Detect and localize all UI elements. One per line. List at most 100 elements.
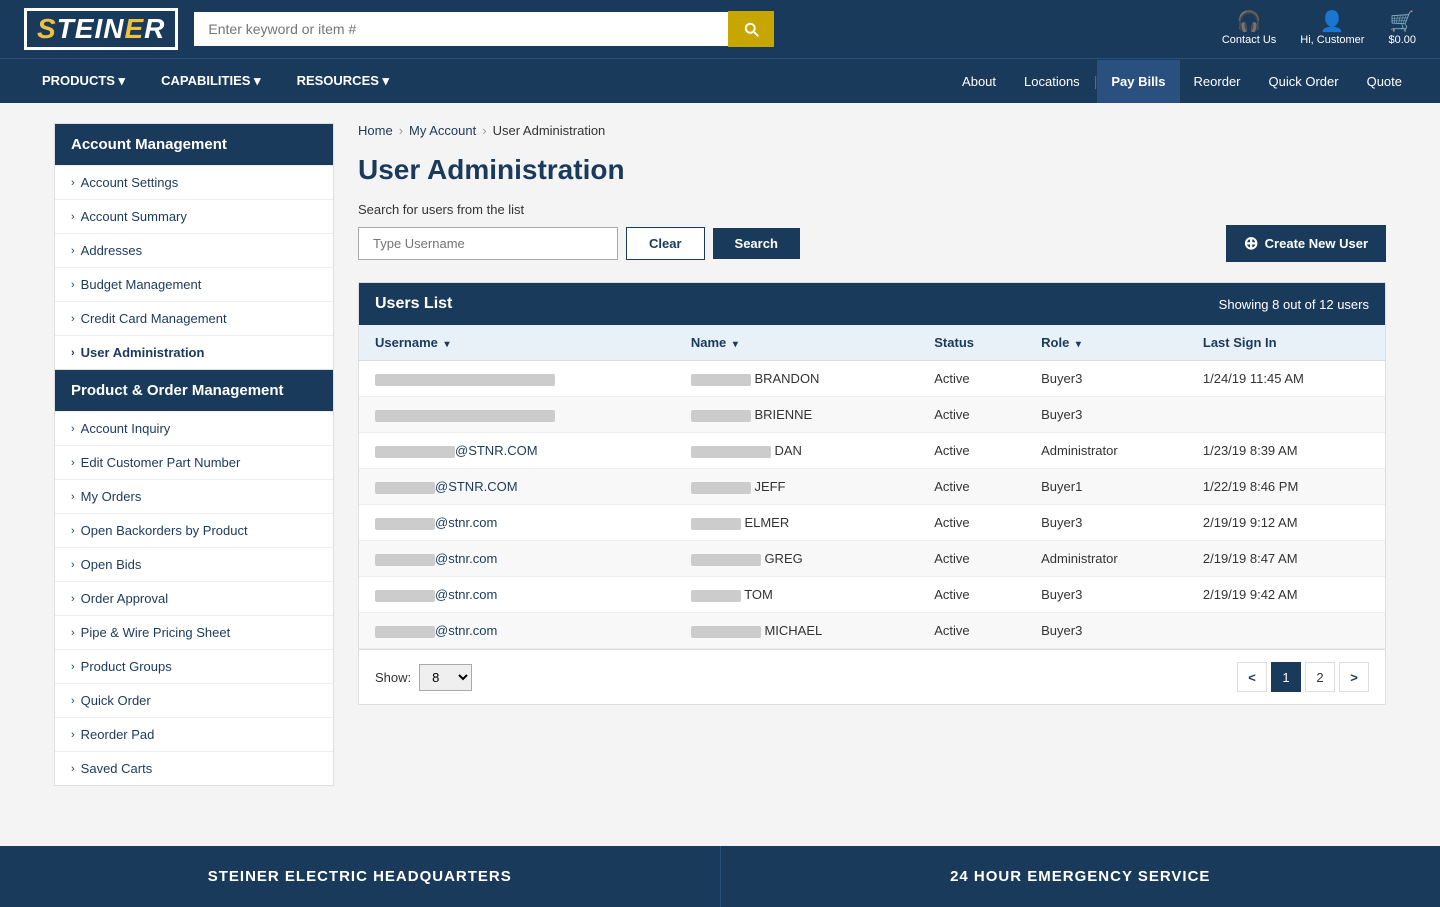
sidebar-item-edit-part-number[interactable]: › Edit Customer Part Number bbox=[55, 445, 333, 479]
sidebar-item-label: Saved Carts bbox=[81, 761, 153, 776]
username-email[interactable]: @stnr.com bbox=[435, 587, 497, 602]
breadcrumb-my-account[interactable]: My Account bbox=[409, 123, 476, 138]
username-cell[interactable]: ████████████@stnr.com bbox=[359, 541, 675, 577]
table-row: ████████████@stnr.com████ GREGActiveAdmi… bbox=[359, 541, 1385, 577]
sidebar-item-label: Account Summary bbox=[81, 209, 187, 224]
username-blur: ████████████ bbox=[375, 410, 555, 422]
sidebar-item-order-approval[interactable]: › Order Approval bbox=[55, 581, 333, 615]
header-actions: 🎧 Contact Us 👤 Hi, Customer 🛒 $0.00 bbox=[1222, 12, 1416, 46]
sidebar-item-label: Account Settings bbox=[81, 175, 179, 190]
sidebar-item-budget-management[interactable]: › Budget Management bbox=[55, 267, 333, 301]
sidebar-item-product-groups[interactable]: › Product Groups bbox=[55, 649, 333, 683]
nav-capabilities[interactable]: CAPABILITIES ▾ bbox=[143, 59, 278, 103]
breadcrumb-home[interactable]: Home bbox=[358, 123, 393, 138]
sidebar-item-label: Order Approval bbox=[81, 591, 168, 606]
status-cell: Active bbox=[918, 397, 1025, 433]
nav-resources[interactable]: RESOURCES ▾ bbox=[279, 59, 408, 103]
nav-locations[interactable]: Locations bbox=[1010, 60, 1094, 103]
last-sign-in-cell bbox=[1187, 397, 1385, 433]
nav-reorder[interactable]: Reorder bbox=[1180, 60, 1255, 103]
account-button[interactable]: 👤 Hi, Customer bbox=[1300, 12, 1364, 46]
contact-us-button[interactable]: 🎧 Contact Us bbox=[1222, 12, 1276, 46]
name-cell: ████ JEFF bbox=[675, 469, 918, 505]
sidebar-item-label: Open Bids bbox=[81, 557, 142, 572]
username-cell[interactable]: ████████████@stnr.com bbox=[359, 613, 675, 649]
clear-button[interactable]: Clear bbox=[626, 227, 705, 260]
cart-button[interactable]: 🛒 $0.00 bbox=[1388, 12, 1416, 46]
pagination: < 1 2 > bbox=[1237, 662, 1369, 692]
sidebar-item-open-backorders[interactable]: › Open Backorders by Product bbox=[55, 513, 333, 547]
chevron-icon: › bbox=[71, 491, 75, 503]
show-select[interactable]: 8 16 24 bbox=[419, 664, 472, 691]
search-area: Search for users from the list Clear Sea… bbox=[358, 202, 1386, 262]
name-cell: ████ TOM bbox=[675, 577, 918, 613]
pagination-page-1[interactable]: 1 bbox=[1271, 662, 1301, 692]
sidebar-item-pipe-wire[interactable]: › Pipe & Wire Pricing Sheet bbox=[55, 615, 333, 649]
name-blur: ████ bbox=[691, 446, 771, 458]
footer: STEINER ELECTRIC HEADQUARTERS 24 HOUR EM… bbox=[0, 846, 1440, 907]
sidebar-item-account-summary[interactable]: › Account Summary bbox=[55, 199, 333, 233]
table-row: ████████████@stnr.com████ TOMActiveBuyer… bbox=[359, 577, 1385, 613]
username-email[interactable]: @STNR.COM bbox=[455, 443, 538, 458]
chevron-icon: › bbox=[71, 423, 75, 435]
last-sign-in-cell: 1/24/19 11:45 AM bbox=[1187, 361, 1385, 397]
sidebar-item-user-admin[interactable]: › User Administration bbox=[55, 335, 333, 369]
sidebar-item-account-settings[interactable]: › Account Settings bbox=[55, 165, 333, 199]
username-cell[interactable]: ████████████ bbox=[359, 361, 675, 397]
username-email[interactable]: @stnr.com bbox=[435, 551, 497, 566]
pagination-next[interactable]: > bbox=[1339, 662, 1369, 692]
search-input[interactable] bbox=[194, 12, 728, 46]
username-email[interactable]: @stnr.com bbox=[435, 515, 497, 530]
username-blur: ████████████ bbox=[375, 590, 435, 602]
chevron-icon: › bbox=[71, 525, 75, 537]
username-email[interactable]: @stnr.com bbox=[435, 623, 497, 638]
sidebar-item-my-orders[interactable]: › My Orders bbox=[55, 479, 333, 513]
sidebar-item-account-inquiry[interactable]: › Account Inquiry bbox=[55, 411, 333, 445]
role-cell: Buyer3 bbox=[1025, 397, 1187, 433]
username-cell[interactable]: ████████████@stnr.com bbox=[359, 505, 675, 541]
nav-quote[interactable]: Quote bbox=[1353, 60, 1416, 103]
search-icon bbox=[742, 20, 760, 38]
username-email[interactable]: @STNR.COM bbox=[435, 479, 518, 494]
nav-pay-bills[interactable]: Pay Bills bbox=[1097, 60, 1179, 103]
pagination-prev[interactable]: < bbox=[1237, 662, 1267, 692]
footer-left-text: STEINER ELECTRIC HEADQUARTERS bbox=[208, 868, 512, 885]
sidebar-item-reorder-pad[interactable]: › Reorder Pad bbox=[55, 717, 333, 751]
pagination-page-2[interactable]: 2 bbox=[1305, 662, 1335, 692]
col-name[interactable]: Name ▾ bbox=[675, 325, 918, 361]
search-button[interactable]: Search bbox=[713, 228, 800, 259]
nav-quick-order[interactable]: Quick Order bbox=[1255, 60, 1353, 103]
sidebar-item-addresses[interactable]: › Addresses bbox=[55, 233, 333, 267]
nav-products[interactable]: PRODUCTS ▾ bbox=[24, 59, 143, 103]
last-sign-in-cell: 2/19/19 9:42 AM bbox=[1187, 577, 1385, 613]
username-cell[interactable]: ████████████ bbox=[359, 397, 675, 433]
name-blur: ████ bbox=[691, 410, 751, 422]
name-blur: ████ bbox=[691, 518, 741, 530]
role-cell: Administrator bbox=[1025, 433, 1187, 469]
role-cell: Buyer3 bbox=[1025, 361, 1187, 397]
role-cell: Buyer1 bbox=[1025, 469, 1187, 505]
sidebar-item-saved-carts[interactable]: › Saved Carts bbox=[55, 751, 333, 785]
name-cell: ████ GREG bbox=[675, 541, 918, 577]
table-row: ████████████@stnr.com████ MICHAELActiveB… bbox=[359, 613, 1385, 649]
search-submit-button[interactable] bbox=[728, 11, 774, 47]
breadcrumb: Home › My Account › User Administration bbox=[358, 123, 1386, 138]
username-cell[interactable]: ████████████@STNR.COM bbox=[359, 469, 675, 505]
col-username[interactable]: Username ▾ bbox=[359, 325, 675, 361]
create-new-user-button[interactable]: ⊕ Create New User bbox=[1226, 225, 1386, 262]
sidebar-item-label: Addresses bbox=[81, 243, 142, 258]
nav-about[interactable]: About bbox=[948, 60, 1010, 103]
sidebar-item-label: Reorder Pad bbox=[81, 727, 155, 742]
username-input[interactable] bbox=[358, 227, 618, 260]
sidebar-item-quick-order[interactable]: › Quick Order bbox=[55, 683, 333, 717]
role-cell: Buyer3 bbox=[1025, 505, 1187, 541]
last-sign-in-cell: 1/23/19 8:39 AM bbox=[1187, 433, 1385, 469]
col-role[interactable]: Role ▾ bbox=[1025, 325, 1187, 361]
logo[interactable]: SteineR bbox=[24, 8, 178, 50]
nav-right: About Locations | Pay Bills Reorder Quic… bbox=[948, 59, 1416, 103]
sidebar-item-open-bids[interactable]: › Open Bids bbox=[55, 547, 333, 581]
sidebar-item-credit-card[interactable]: › Credit Card Management bbox=[55, 301, 333, 335]
username-cell[interactable]: ████████████@stnr.com bbox=[359, 577, 675, 613]
name-cell: ████ DAN bbox=[675, 433, 918, 469]
username-cell[interactable]: ████████████@STNR.COM bbox=[359, 433, 675, 469]
